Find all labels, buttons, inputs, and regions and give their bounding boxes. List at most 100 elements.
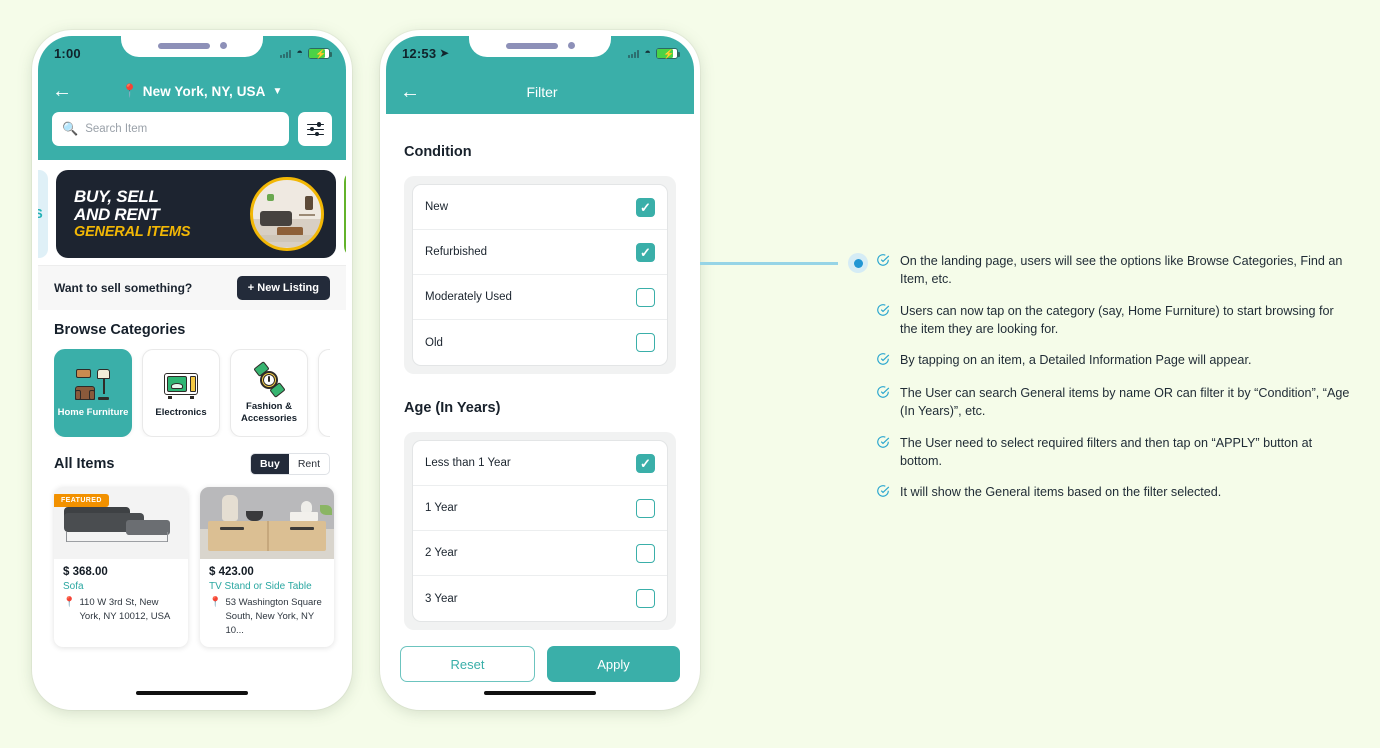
age-option-1-year[interactable]: 1 Year ✓: [413, 486, 667, 531]
search-input[interactable]: 🔍 Search Item: [52, 112, 289, 146]
banner-text: BUY, SELL AND RENT GENERAL ITEMS: [74, 187, 191, 240]
option-label: Less than 1 Year: [425, 457, 511, 469]
new-listing-button[interactable]: + New Listing: [236, 276, 330, 300]
option-label: 3 Year: [425, 592, 458, 605]
location-selector[interactable]: 📍 New York, NY, USA ▼: [72, 83, 332, 99]
condition-option-old[interactable]: Old ✓: [413, 320, 667, 365]
watch-icon: [249, 361, 289, 399]
front-camera: [219, 42, 227, 49]
battery-charging-icon: ⚡: [308, 47, 332, 59]
signal-icon: [628, 49, 640, 58]
wifi-icon: ◓: [644, 46, 651, 59]
checkbox-moderately-used[interactable]: ✓: [636, 287, 655, 307]
search-placeholder: Search Item: [85, 123, 148, 135]
item-address: 53 Washington Square South, New York, NY…: [225, 597, 322, 636]
checkbox-refurbished[interactable]: ✓: [636, 242, 655, 262]
condition-card: New ✓ Refurbished ✓ Moderately Used ✓: [404, 176, 676, 374]
option-label: 1 Year: [425, 502, 458, 514]
category-card-electronics[interactable]: Electronics: [142, 349, 220, 437]
category-card-home-furniture[interactable]: Home Furniture: [54, 349, 132, 437]
option-label: Refurbished: [425, 246, 488, 258]
browse-categories-section: Browse Categories Home Furniture Electro…: [38, 310, 346, 648]
banner-line-2: AND RENT: [74, 204, 160, 224]
phone-mockup-filter: 12:53 ➤ ◓ ⚡ ← Filter Condition New ✓ Ref…: [380, 30, 700, 710]
category-label: Home Furniture: [57, 406, 129, 418]
circle-check-icon: [876, 352, 890, 371]
featured-badge: FEATURED: [54, 494, 109, 507]
filter-body: Condition New ✓ Refurbished ✓ Moderately…: [386, 114, 694, 704]
item-name[interactable]: TV Stand or Side Table: [209, 581, 325, 592]
checkbox-old[interactable]: ✓: [636, 333, 655, 352]
wooden-tv-stand-photo: [200, 487, 334, 559]
option-label: Moderately Used: [425, 291, 512, 303]
toggle-buy[interactable]: Buy: [250, 454, 289, 474]
carousel-card-active[interactable]: BUY, SELL AND RENT GENERAL ITEMS: [56, 170, 336, 258]
banner-line-1: BUY, SELL: [74, 187, 159, 207]
filter-button[interactable]: [298, 112, 332, 146]
category-card-partial[interactable]: [318, 349, 330, 437]
condition-option-new[interactable]: New ✓: [413, 185, 667, 230]
age-option-3-year[interactable]: 3 Year ✓: [413, 576, 667, 621]
category-list[interactable]: Home Furniture Electronics Fashion & Acc…: [54, 349, 330, 437]
circle-check-icon: [876, 303, 890, 322]
home-indicator: [136, 691, 248, 695]
item-card[interactable]: $ 423.00 TV Stand or Side Table 📍 53 Was…: [200, 487, 334, 648]
annotation-item: By tapping on an item, a Detailed Inform…: [876, 351, 1354, 371]
all-items-header: All Items Buy Rent: [54, 453, 330, 475]
age-options: Less than 1 Year ✓ 1 Year ✓ 2 Year ✓: [412, 440, 668, 622]
phone-mockup-landing: 1:00 ◓ ⚡ ← 📍 New York, NY, USA ▼ 🔍 Searc…: [32, 30, 352, 710]
buy-rent-toggle[interactable]: Buy Rent: [249, 453, 330, 475]
item-list: FEATURED $ 368.00 Sofa 📍 110 W 3rd St, N…: [54, 487, 334, 648]
category-card-fashion-accessories[interactable]: Fashion & Accessories: [230, 349, 308, 437]
item-address-row: 📍 53 Washington Square South, New York, …: [209, 596, 325, 637]
checkbox-new[interactable]: ✓: [636, 197, 655, 217]
circle-check-icon: [876, 253, 890, 272]
apply-button[interactable]: Apply: [547, 646, 680, 682]
partial-category-icon: [319, 374, 330, 408]
status-time: 1:00: [54, 45, 81, 61]
carousel-card-previous[interactable]: S: [38, 170, 48, 258]
checkbox-less-than-1-year[interactable]: ✓: [636, 453, 655, 473]
item-name[interactable]: Sofa: [63, 581, 179, 592]
carousel-prev-text: S: [38, 206, 43, 221]
filter-actions: Reset Apply: [386, 646, 694, 682]
item-address: 110 W 3rd St, New York, NY 10012, USA: [79, 597, 171, 622]
back-arrow-icon[interactable]: ←: [52, 81, 72, 101]
annotation-text: The User can search General items by nam…: [900, 386, 1350, 419]
condition-section-title: Condition: [404, 144, 472, 160]
carousel-card-next[interactable]: [344, 170, 346, 258]
checkbox-1-year[interactable]: ✓: [636, 498, 655, 518]
status-bar-phone1: 1:00 ◓ ⚡: [38, 36, 346, 70]
age-option-less-than-1-year[interactable]: Less than 1 Year ✓: [413, 441, 667, 486]
banner-line-3: GENERAL ITEMS: [74, 223, 191, 240]
item-price: $ 423.00: [209, 566, 254, 578]
item-card[interactable]: FEATURED $ 368.00 Sofa 📍 110 W 3rd St, N…: [54, 487, 188, 648]
location-row: ← 📍 New York, NY, USA ▼: [52, 70, 332, 112]
annotation-item: The User need to select required filters…: [876, 434, 1354, 471]
annotation-item: On the landing page, users will see the …: [876, 252, 1354, 289]
condition-option-moderately-used[interactable]: Moderately Used ✓: [413, 275, 667, 320]
checkbox-3-year[interactable]: ✓: [636, 589, 655, 608]
electronics-microwave-icon: [161, 368, 201, 402]
circle-check-icon: [876, 385, 890, 404]
item-address-row: 📍 110 W 3rd St, New York, NY 10012, USA: [63, 596, 179, 624]
battery-charging-icon: ⚡: [656, 47, 680, 59]
condition-option-refurbished[interactable]: Refurbished ✓: [413, 230, 667, 275]
age-scroll-area[interactable]: Less than 1 Year ✓ 1 Year ✓ 2 Year ✓: [404, 432, 676, 632]
front-camera: [567, 42, 575, 49]
annotation-list: On the landing page, users will see the …: [876, 252, 1354, 516]
browse-categories-title: Browse Categories: [54, 322, 186, 338]
status-icons: ◓ ⚡: [628, 46, 680, 59]
reset-button[interactable]: Reset: [400, 646, 535, 682]
promo-carousel[interactable]: S BUY, SELL AND RENT GENERAL ITEMS: [38, 160, 346, 265]
annotation-item: Users can now tap on the category (say, …: [876, 302, 1354, 339]
location-pin-icon: 📍: [121, 83, 138, 98]
toggle-rent[interactable]: Rent: [289, 454, 329, 474]
checkbox-2-year[interactable]: ✓: [636, 543, 655, 563]
status-bar-phone2: 12:53 ➤ ◓ ⚡: [386, 36, 694, 70]
item-price: $ 368.00: [63, 566, 108, 578]
option-label: 2 Year: [425, 547, 458, 559]
age-option-2-year[interactable]: 2 Year ✓: [413, 531, 667, 576]
notch: [469, 36, 611, 57]
grey-sectional-sofa-photo: FEATURED: [54, 487, 188, 559]
